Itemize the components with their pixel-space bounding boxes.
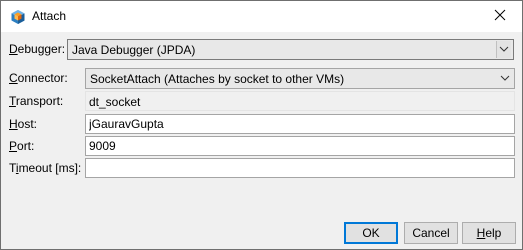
connector-label-mnemonic: C xyxy=(9,71,18,85)
help-button-label: elp xyxy=(485,226,502,240)
help-button[interactable]: Help xyxy=(462,222,516,244)
port-field[interactable] xyxy=(85,136,515,156)
debugger-label-text: ebugger: xyxy=(17,42,66,56)
connector-label: Connector: xyxy=(9,70,68,86)
host-label-text: ost: xyxy=(17,117,38,131)
close-icon xyxy=(494,9,506,24)
debugger-select-value: Java Debugger (JPDA) xyxy=(72,43,196,57)
transport-label-mnemonic: T xyxy=(9,94,16,108)
debugger-label-mnemonic: D xyxy=(9,42,18,56)
connector-select[interactable]: SocketAttach (Attaches by socket to othe… xyxy=(85,68,515,89)
connector-select-value: SocketAttach (Attaches by socket to othe… xyxy=(90,72,345,86)
cancel-button-label: Cancel xyxy=(412,226,450,240)
connector-label-text: onnector: xyxy=(17,71,68,85)
close-button[interactable] xyxy=(477,1,522,32)
transport-value: dt_socket xyxy=(89,95,141,109)
help-button-mnemonic: H xyxy=(476,226,486,240)
port-label-mnemonic: P xyxy=(9,139,18,153)
timeout-field[interactable] xyxy=(85,158,515,178)
host-label-mnemonic: H xyxy=(9,117,18,131)
port-label-text: ort: xyxy=(17,139,35,153)
timeout-label-text: meout [ms]: xyxy=(18,161,82,175)
host-input[interactable] xyxy=(86,115,514,133)
port-label: Port: xyxy=(9,138,34,154)
timeout-label: Timeout [ms]: xyxy=(9,160,81,176)
chevron-down-icon[interactable] xyxy=(496,41,511,58)
port-input[interactable] xyxy=(86,137,514,155)
cancel-button[interactable]: Cancel xyxy=(404,222,458,244)
transport-label: Transport: xyxy=(9,93,63,109)
host-label: Host: xyxy=(9,116,37,132)
ok-button-label: OK xyxy=(362,226,380,240)
chevron-down-icon[interactable] xyxy=(498,70,512,87)
debugger-label: Debugger: xyxy=(9,41,65,57)
host-field[interactable] xyxy=(85,114,515,134)
timeout-input[interactable] xyxy=(86,159,514,177)
window-title: Attach xyxy=(32,9,67,23)
netbeans-cube-icon xyxy=(10,9,26,25)
timeout-label-prefix: T xyxy=(9,161,16,175)
title-bar: Attach xyxy=(1,1,522,32)
debugger-select[interactable]: Java Debugger (JPDA) xyxy=(67,39,514,60)
attach-dialog: Attach Debugger: Java Debugger (JPDA) Co… xyxy=(0,0,523,250)
transport-label-text: ransport: xyxy=(15,94,64,108)
ok-button[interactable]: OK xyxy=(344,222,398,244)
transport-field: dt_socket xyxy=(85,91,515,111)
